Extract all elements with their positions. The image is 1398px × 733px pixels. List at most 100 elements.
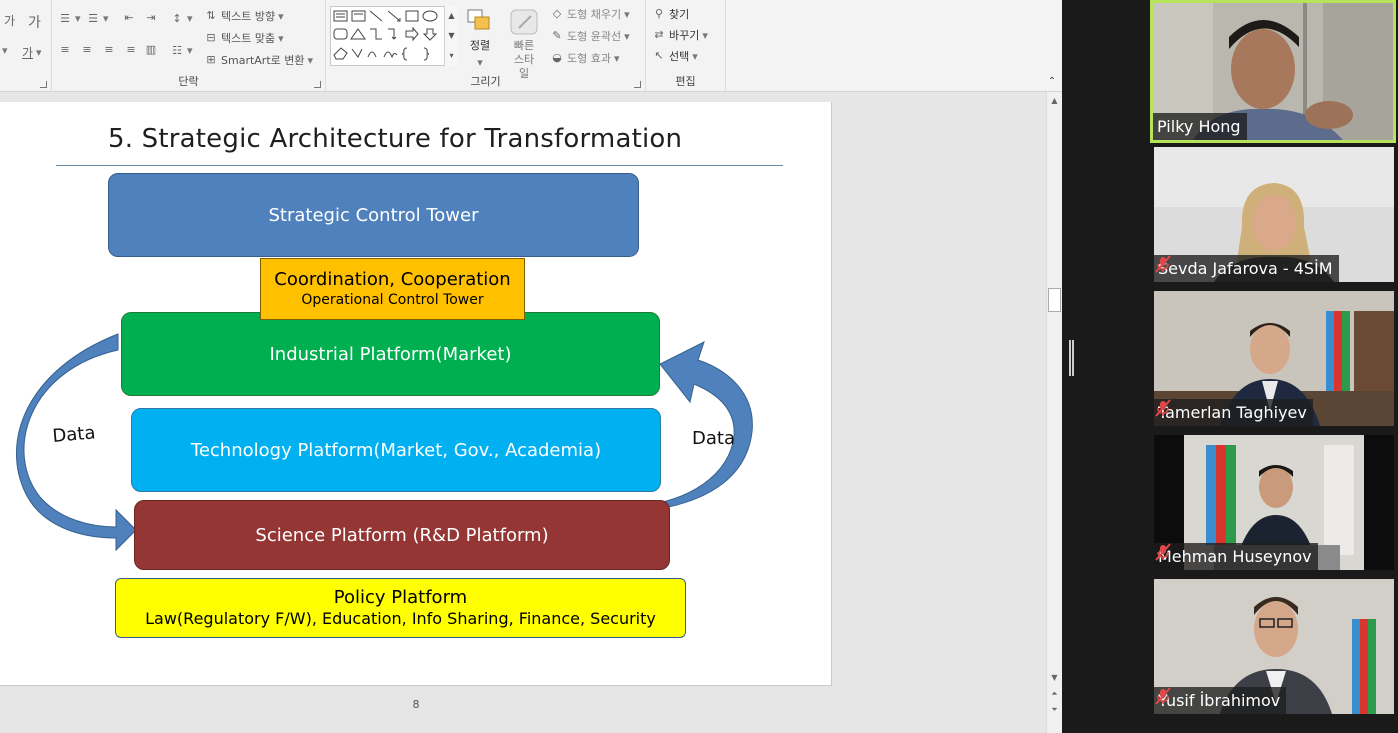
align-text-button[interactable]: ⊟ 텍스트 맞춤 ▾ xyxy=(204,30,283,46)
coordination-label: Coordination, Cooperation xyxy=(274,269,511,290)
justify-button[interactable]: ≡ xyxy=(124,44,138,56)
distributed-icon: ☷ xyxy=(172,43,182,57)
font-shrink-glyph: 가 xyxy=(4,14,16,28)
effects-icon: ◒ xyxy=(552,51,562,64)
shape-fill-button[interactable]: ◇ 도형 채우기 ▾ xyxy=(550,6,630,22)
bullets-button[interactable]: ☰ ▾ xyxy=(58,11,80,25)
arrange-label: 정렬 xyxy=(469,39,491,52)
scroll-down-icon[interactable]: ▼ xyxy=(1049,672,1060,684)
vertical-scrollbar[interactable]: ▲ ▼ ⏶ ⏷ xyxy=(1046,92,1062,733)
align-text-label: 텍스트 맞춤 xyxy=(221,32,276,45)
align-left-button[interactable]: ≡ xyxy=(58,44,72,56)
scroll-up-icon[interactable]: ▲ xyxy=(1049,95,1060,107)
replace-label: 바꾸기 xyxy=(669,29,700,42)
policy-platform-box[interactable]: Policy Platform Law(Regulatory F/W), Edu… xyxy=(115,578,686,638)
drawing-dialog-launcher[interactable] xyxy=(634,81,641,88)
editing-group: ⚲ 찾기 ⇄ 바꾸기 ▾ ↖ 선택 ▾ 편집 xyxy=(646,0,726,92)
ribbon: 가 가 가 ▾ ▾ ☰ ▾ ☰ ▾ ⇤ ⇥ ↕ ▾ ≡ ≡ ≡ ≡ ▥ ☷ ▾ ⇅ 텍스트 … xyxy=(0,0,1062,92)
smartart-icon: ⊞ xyxy=(206,53,216,66)
font-color-button[interactable]: 가 ▾ xyxy=(22,44,42,61)
quick-styles-button[interactable]: 빠른 스타일 xyxy=(508,8,540,81)
select-button[interactable]: ↖ 선택 ▾ xyxy=(652,48,697,64)
arrange-icon xyxy=(467,9,490,30)
text-direction-button[interactable]: ⇅ 텍스트 방향 ▾ xyxy=(204,8,283,24)
distributed-button[interactable]: ☷ ▾ xyxy=(170,43,192,57)
binoculars-icon: ⚲ xyxy=(654,7,664,20)
shapes-gallery-scroll[interactable]: ▲ ▼ ▾ xyxy=(444,6,458,66)
font-group: 가 가 가 ▾ ▾ xyxy=(0,0,52,92)
slide[interactable]: 5. Strategic Architecture for Transforma… xyxy=(0,102,832,686)
font-dialog-launcher[interactable] xyxy=(40,81,47,88)
participant-tile-4[interactable]: Mehman Huseynov xyxy=(1154,435,1394,570)
industrial-platform-box[interactable]: Industrial Platform(Market) xyxy=(121,312,660,396)
mic-muted-icon xyxy=(1155,543,1171,561)
participant-nameplate-1: Pilky Hong xyxy=(1153,113,1247,140)
paragraph-dialog-launcher[interactable] xyxy=(314,81,321,88)
font-size-up-button[interactable]: 가 xyxy=(28,12,41,32)
decrease-indent-button[interactable]: ⇤ xyxy=(122,12,136,24)
pen-icon: ✎ xyxy=(552,29,562,42)
policy-platform-label: Policy Platform xyxy=(333,587,468,608)
paint-bucket-icon: ◇ xyxy=(552,7,562,20)
operational-control-tower-label: Operational Control Tower xyxy=(301,292,484,308)
text-direction-icon: ⇅ xyxy=(206,9,216,22)
policy-platform-details: Law(Regulatory F/W), Education, Info Sha… xyxy=(145,609,656,628)
replace-button[interactable]: ⇄ 바꾸기 ▾ xyxy=(652,27,708,43)
participant-nameplate-4: Mehman Huseynov xyxy=(1154,543,1318,570)
strategic-control-tower-label: Strategic Control Tower xyxy=(268,204,479,226)
left-data-label: Data xyxy=(52,422,97,447)
shape-effects-button[interactable]: ◒ 도형 효과 ▾ xyxy=(550,50,619,66)
paragraph-group: ☰ ▾ ☰ ▾ ⇤ ⇥ ↕ ▾ ≡ ≡ ≡ ≡ ▥ ☷ ▾ ⇅ 텍스트 방향 ▾ ⊟ 텍스트 … xyxy=(52,0,326,92)
mic-muted-icon xyxy=(1155,399,1171,417)
participant-name-2: Sevda Jafarova - 4SİM xyxy=(1158,259,1333,278)
decrease-indent-icon: ⇤ xyxy=(124,11,134,24)
align-right-icon: ≡ xyxy=(104,43,114,56)
page-number: 8 xyxy=(412,698,420,711)
columns-icon: ▥ xyxy=(145,43,157,56)
increase-indent-icon: ⇥ xyxy=(146,11,156,24)
participant-tile-5[interactable]: Yusif İbrahimov xyxy=(1154,579,1394,714)
arrange-button[interactable]: 정렬 ▾ xyxy=(466,8,494,69)
strategic-control-tower-box[interactable]: Strategic Control Tower xyxy=(108,173,639,257)
editing-group-label: 편집 xyxy=(675,75,696,88)
smartart-button[interactable]: ⊞ SmartArt로 변환 ▾ xyxy=(204,52,313,68)
scrollbar-thumb[interactable] xyxy=(1048,288,1061,312)
select-label: 선택 xyxy=(669,50,690,63)
coordination-box[interactable]: Coordination, Cooperation Operational Co… xyxy=(260,258,525,320)
line-spacing-button[interactable]: ↕ ▾ xyxy=(170,12,192,25)
collapse-ribbon-icon[interactable]: ⌃ xyxy=(1045,76,1059,88)
next-slide-icon[interactable]: ⏷ xyxy=(1049,704,1060,716)
technology-platform-box[interactable]: Technology Platform(Market, Gov., Academ… xyxy=(131,408,661,492)
shape-outline-button[interactable]: ✎ 도형 윤곽선 ▾ xyxy=(550,28,629,44)
industrial-platform-label: Industrial Platform(Market) xyxy=(269,343,512,365)
columns-button[interactable]: ▥ xyxy=(144,44,158,56)
participant-nameplate-3: Tamerlan Taghiyev xyxy=(1154,399,1313,426)
font-size-down-button[interactable]: 가 xyxy=(4,12,15,29)
participant-name-4: Mehman Huseynov xyxy=(1158,547,1312,566)
find-button[interactable]: ⚲ 찾기 xyxy=(652,6,689,22)
participant-tile-3[interactable]: Tamerlan Taghiyev xyxy=(1154,291,1394,426)
science-platform-box[interactable]: Science Platform (R&D Platform) xyxy=(134,500,670,570)
shapes-gallery[interactable] xyxy=(330,6,458,66)
justify-icon: ≡ xyxy=(126,43,136,56)
quick-styles-icon xyxy=(510,9,538,35)
panel-gap xyxy=(1062,0,1150,733)
replace-icon: ⇄ xyxy=(654,28,664,41)
increase-indent-button[interactable]: ⇥ xyxy=(144,12,158,24)
font-arrow-button[interactable]: ▾ xyxy=(2,44,8,57)
bullets-icon: ☰ xyxy=(60,11,70,25)
align-text-icon: ⊟ xyxy=(206,31,216,44)
shapes-gallery-icons xyxy=(333,10,438,61)
text-direction-label: 텍스트 방향 xyxy=(221,10,276,23)
align-right-button[interactable]: ≡ xyxy=(102,44,116,56)
align-center-button[interactable]: ≡ xyxy=(80,44,94,56)
participant-name-3: Tamerlan Taghiyev xyxy=(1158,403,1307,422)
slide-editor: 5. Strategic Architecture for Transforma… xyxy=(0,92,1046,733)
numbering-button[interactable]: ☰ ▾ xyxy=(86,12,108,25)
mic-muted-icon xyxy=(1155,255,1171,273)
previous-slide-icon[interactable]: ⏶ xyxy=(1049,688,1060,700)
participant-tile-1[interactable]: Pilky Hong xyxy=(1150,0,1396,143)
panel-resize-handle[interactable] xyxy=(1069,340,1074,376)
participant-name-5: Yusif İbrahimov xyxy=(1158,691,1281,710)
participant-tile-2[interactable]: Sevda Jafarova - 4SİM xyxy=(1154,147,1394,282)
